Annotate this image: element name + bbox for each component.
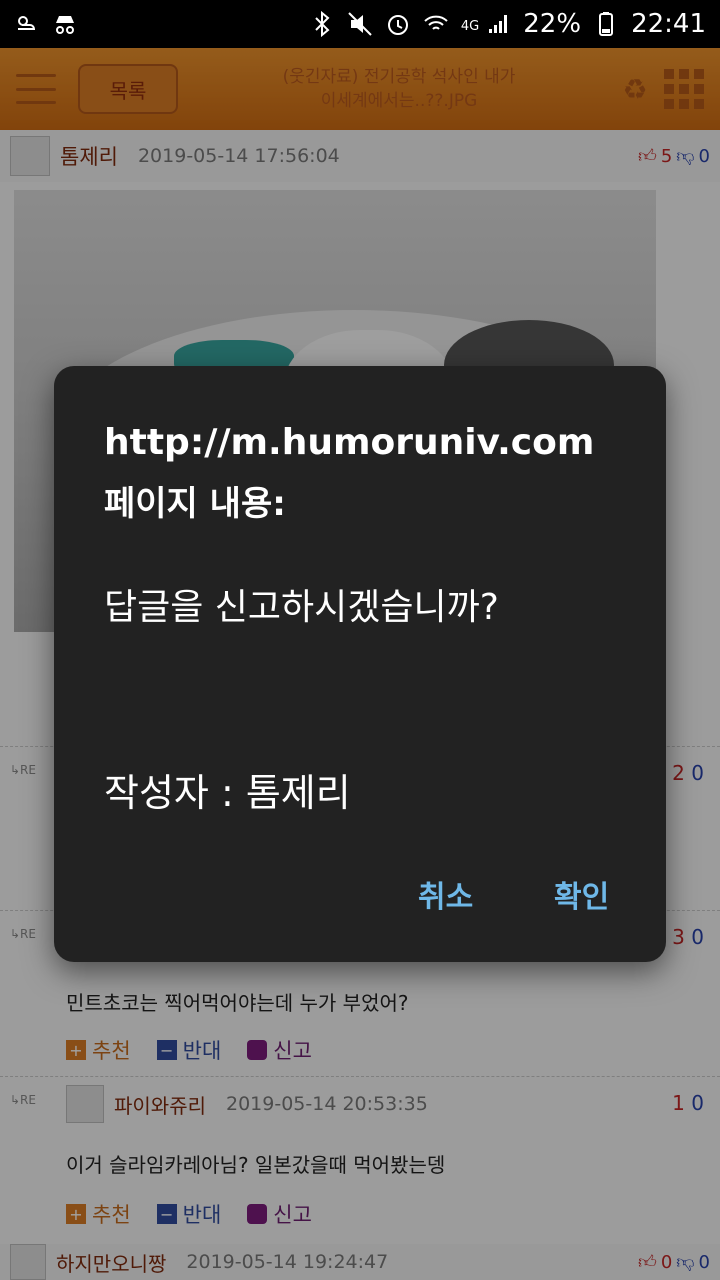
signal-icon bbox=[485, 11, 511, 37]
confirm-button[interactable]: 확인 bbox=[554, 872, 609, 916]
confirm-dialog: http://m.humoruniv.com 페이지 내용: 답글을 신고하시겠… bbox=[54, 366, 666, 962]
battery-icon bbox=[593, 11, 619, 37]
weather-icon bbox=[14, 11, 40, 37]
dialog-url: http://m.humoruniv.com bbox=[104, 422, 595, 463]
bluetooth-icon bbox=[309, 11, 335, 37]
dialog-label: 페이지 내용: bbox=[104, 484, 286, 524]
cancel-button[interactable]: 취소 bbox=[418, 872, 473, 916]
dialog-question: 답글을 신고하시겠습니까? bbox=[104, 587, 499, 628]
mute-icon bbox=[347, 11, 373, 37]
network-type: 4G bbox=[460, 19, 480, 34]
wifi-icon bbox=[423, 11, 449, 37]
dialog-author: 작성자 : 톰제리 bbox=[104, 771, 351, 815]
alarm-icon bbox=[385, 11, 411, 37]
status-bar: 4G 22% 22:41 bbox=[0, 0, 720, 48]
battery-percent: 22% bbox=[523, 9, 582, 39]
clock: 22:41 bbox=[631, 9, 706, 39]
incognito-icon bbox=[52, 11, 78, 37]
